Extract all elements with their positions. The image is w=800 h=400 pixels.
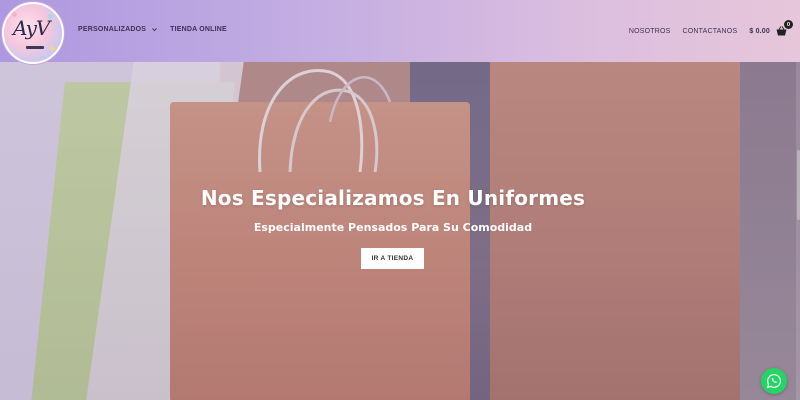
logo-text: AyV [13,16,50,40]
nav-item-label: TIENDA ONLINE [170,26,227,33]
chevron-down-icon [152,28,158,32]
hero-banner: Nos Especializamos En Uniformes Especial… [0,62,800,400]
nav-item-label: NOSOTROS [628,27,671,35]
cart-count-badge: 0 [784,20,793,29]
logo[interactable]: AyV [2,2,64,64]
logo-dot [50,46,55,51]
nav-item-label: PERSONALIZADOS [78,26,147,33]
site-header: AyV PERSONALIZADOS TIENDA ONLINE NOSOTRO… [0,0,800,64]
scrollbar-track[interactable] [796,62,800,400]
whatsapp-icon [766,374,781,389]
shop-button[interactable]: IR A TIENDA [361,248,424,269]
whatsapp-button[interactable] [761,368,787,394]
nav-item-personalizados[interactable]: PERSONALIZADOS [78,26,158,33]
nav-item-label: CONTACTANOS [682,27,738,35]
cart-button[interactable]: 0 [776,20,793,37]
cart-total[interactable]: $ 0.00 [749,28,770,35]
logo-underline [26,46,44,49]
hero-title: Nos Especializamos En Uniformes [200,186,586,210]
primary-nav: PERSONALIZADOS TIENDA ONLINE [78,26,227,33]
hero-subtitle: Especialmente Pensados Para Su Comodidad [253,221,533,234]
nav-item-contactanos[interactable]: CONTACTANOS [682,28,737,35]
nav-item-tienda-online[interactable]: TIENDA ONLINE [170,26,227,33]
nav-item-nosotros[interactable]: NOSOTROS [629,28,671,35]
secondary-nav: NOSOTROS CONTACTANOS $ 0.00 0 [629,20,800,37]
